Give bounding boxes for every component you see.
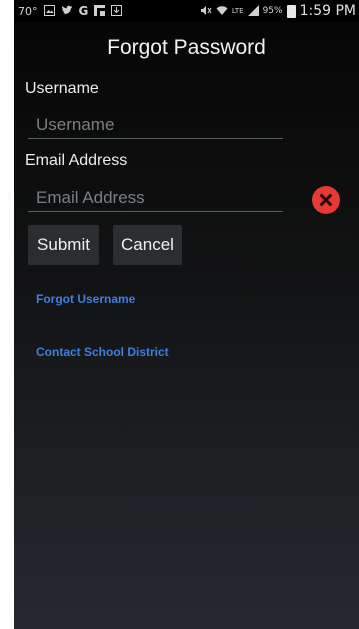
flipboard-icon [94,4,106,18]
cancel-button[interactable]: Cancel [113,225,182,265]
battery-percent: 95% [262,6,283,16]
email-label: Email Address [25,152,128,169]
status-left: 70° G [18,4,123,18]
google-icon: G [78,4,89,18]
submit-button[interactable]: Submit [28,225,99,265]
error-clear-icon[interactable] [312,186,340,214]
lte-icon: LTE [231,6,244,15]
battery-icon [286,4,296,18]
clock: 1:59 PM [299,3,356,19]
page-title: Forgot Password [107,36,266,59]
username-label: Username [25,80,99,97]
forgot-username-link[interactable]: Forgot Username [36,292,135,306]
app-screen: 70° G LTE 95% 1:59 PM Forgot Password Us… [14,0,359,629]
twitter-icon [61,5,73,18]
status-bar: 70° G LTE 95% 1:59 PM [14,0,359,22]
gallery-icon [43,4,55,18]
download-icon [111,4,123,18]
mute-icon [200,5,212,18]
email-input[interactable] [28,184,283,212]
status-right: LTE 95% 1:59 PM [200,3,356,19]
wifi-icon [216,5,228,18]
temperature: 70° [18,4,38,18]
contact-school-district-link[interactable]: Contact School District [36,345,169,359]
username-input[interactable] [28,111,283,139]
signal-icon [247,4,259,18]
